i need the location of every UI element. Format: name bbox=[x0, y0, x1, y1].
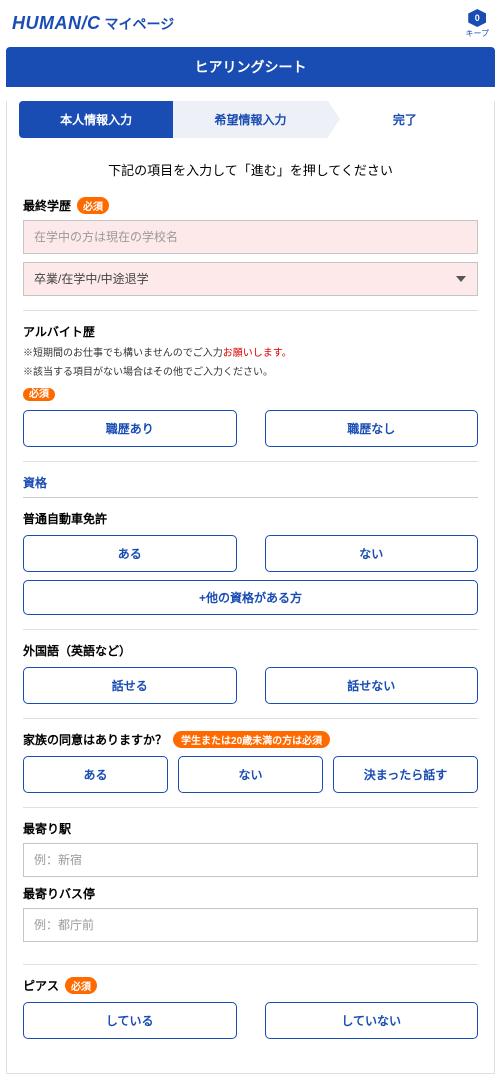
parttime-note1: ※短期間のお仕事でも構いませんのでご入力お願いします。 bbox=[23, 346, 478, 361]
pierce-no-button[interactable]: していない bbox=[265, 1002, 479, 1039]
education-group: 最終学歴 必須 卒業/在学中/中途退学 bbox=[7, 197, 494, 310]
parttime-yes-button[interactable]: 職歴あり bbox=[23, 410, 237, 447]
bus-input[interactable] bbox=[23, 908, 478, 942]
keep-label: キープ bbox=[465, 28, 489, 39]
required-badge: 必須 bbox=[77, 197, 109, 214]
qualification-title: 資格 bbox=[7, 474, 494, 497]
family-badge: 学生または20歳未満の方は必須 bbox=[173, 731, 330, 748]
family-group: 家族の同意はありますか？ 学生または20歳未満の方は必須 ある ない 決まったら… bbox=[7, 731, 494, 807]
family-label: 家族の同意はありますか？ bbox=[23, 731, 167, 748]
app-header: HUMAN/Cマイページ 0 キープ bbox=[0, 0, 501, 47]
step-2: 希望情報入力 bbox=[173, 101, 327, 138]
family-later-button[interactable]: 決まったら話す bbox=[333, 756, 478, 793]
pierce-label: ピアス bbox=[23, 977, 59, 994]
bus-label: 最寄りバス停 bbox=[23, 885, 478, 902]
step-1: 本人情報入力 bbox=[19, 101, 173, 138]
license-label: 普通自動車免許 bbox=[23, 510, 478, 527]
logo-main: HUMAN/C bbox=[12, 13, 101, 33]
qualification-group: 普通自動車免許 ある ない +他の資格がある方 bbox=[7, 510, 494, 629]
instruction-text: 下記の項目を入力して「進む」を押してください bbox=[7, 154, 494, 197]
page-title: ヒアリングシート bbox=[6, 47, 495, 87]
language-no-button[interactable]: 話せない bbox=[265, 667, 479, 704]
language-yes-button[interactable]: 話せる bbox=[23, 667, 237, 704]
keep-icon: 0 bbox=[468, 9, 486, 27]
logo: HUMAN/Cマイページ bbox=[12, 13, 174, 34]
family-yes-button[interactable]: ある bbox=[23, 756, 168, 793]
logo-sub: マイページ bbox=[105, 16, 175, 32]
station-label: 最寄り駅 bbox=[23, 820, 478, 837]
parttime-no-button[interactable]: 職歴なし bbox=[265, 410, 479, 447]
education-status-select[interactable]: 卒業/在学中/中途退学 bbox=[23, 262, 478, 296]
step-indicator: 本人情報入力 希望情報入力 完了 bbox=[19, 101, 482, 138]
station-group: 最寄り駅 最寄りバス停 bbox=[7, 820, 494, 964]
license-yes-button[interactable]: ある bbox=[23, 535, 237, 572]
keep-button[interactable]: 0 キープ bbox=[465, 8, 489, 39]
station-input[interactable] bbox=[23, 843, 478, 877]
pierce-group: ピアス 必須 している していない bbox=[7, 977, 494, 1053]
required-badge: 必須 bbox=[65, 977, 97, 994]
education-label: 最終学歴 bbox=[23, 197, 71, 214]
form-content: 本人情報入力 希望情報入力 完了 下記の項目を入力して「進む」を押してください … bbox=[6, 101, 495, 1074]
parttime-label: アルバイト歴 bbox=[23, 323, 478, 340]
parttime-group: アルバイト歴 ※短期間のお仕事でも構いませんのでご入力お願いします。 ※該当する… bbox=[7, 323, 494, 461]
language-group: 外国語（英語など） 話せる 話せない bbox=[7, 642, 494, 718]
required-badge: 必須 bbox=[23, 388, 55, 401]
family-no-button[interactable]: ない bbox=[178, 756, 323, 793]
keep-count: 0 bbox=[475, 13, 480, 23]
other-qualification-button[interactable]: +他の資格がある方 bbox=[23, 580, 478, 615]
license-no-button[interactable]: ない bbox=[265, 535, 479, 572]
pierce-yes-button[interactable]: している bbox=[23, 1002, 237, 1039]
step-3: 完了 bbox=[328, 101, 482, 138]
education-school-input[interactable] bbox=[23, 220, 478, 254]
language-label: 外国語（英語など） bbox=[23, 642, 478, 659]
parttime-note2: ※該当する項目がない場合はその他でご入力ください。 bbox=[23, 365, 478, 380]
